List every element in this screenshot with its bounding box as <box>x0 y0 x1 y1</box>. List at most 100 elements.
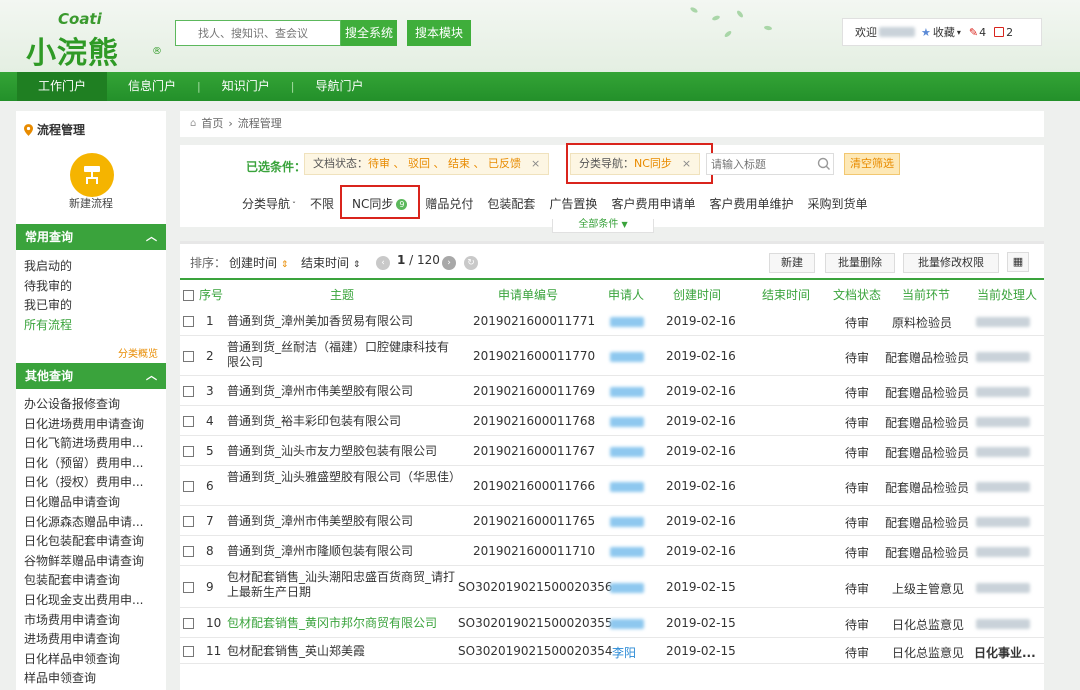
category-filter-chip[interactable]: 分类导航：NC同步 × <box>570 153 701 175</box>
col-subject[interactable]: 主题 <box>330 282 354 308</box>
batch-delete-button[interactable]: 批量删除 <box>825 253 895 273</box>
logo[interactable]: Coati 小浣熊 ® <box>26 10 162 71</box>
breadcrumb-home[interactable]: 首页 <box>201 111 223 137</box>
table-row[interactable]: 3 普通到货_漳州市伟美塑胶有限公司 2019021600011769 2019-02… <box>180 376 1044 406</box>
sidebar-item-all[interactable]: 所有流程 <box>24 316 164 336</box>
sidebar-item-other[interactable]: 日化现金支出费用申... <box>24 591 164 611</box>
col-no[interactable]: 序号 <box>199 282 223 308</box>
new-button[interactable]: 新建 <box>769 253 815 273</box>
category-gift-payment[interactable]: 赠品兑付 <box>425 195 473 212</box>
table-row[interactable]: 4 普通到货_裕丰彩印包装有限公司 2019021600011768 2019-02-… <box>180 406 1044 436</box>
table-row[interactable]: 11 包材配套销售_英山郑美霞 SO302019021500020354 李阳 2019… <box>180 638 1044 664</box>
table-row[interactable]: 5 普通到货_汕头市友力塑胶包装有限公司 2019021600011767 2019-… <box>180 436 1044 466</box>
col-ended[interactable]: 结束时间 <box>762 282 810 308</box>
sidebar-item-other[interactable]: 日化进场费用申请查询 <box>24 415 164 435</box>
row-applicant-redacted[interactable] <box>610 417 644 427</box>
global-search[interactable] <box>175 20 341 46</box>
row-applicant-redacted[interactable] <box>610 317 644 327</box>
chevron-up-icon[interactable]: ︿ <box>146 224 157 250</box>
search-all-button[interactable]: 搜全系统 <box>341 20 397 46</box>
all-conditions-toggle[interactable]: 全部条件 ▼ <box>552 219 654 233</box>
message-icon[interactable] <box>994 27 1005 37</box>
table-row[interactable]: 9 包材配套销售_汕头潮阳忠盛百货商贸_请打上最新生产日期 SO3020190215… <box>180 566 1044 608</box>
sidebar-item-reviewed[interactable]: 我已审的 <box>24 296 164 316</box>
batch-permission-button[interactable]: 批量修改权限 <box>903 253 999 273</box>
row-subject-link[interactable]: 普通到货_汕头市友力塑胶包装有限公司 <box>227 444 459 459</box>
row-applicant[interactable]: 李阳 <box>612 644 636 661</box>
sidebar-item-other[interactable]: 日化（授权）费用申... <box>24 473 164 493</box>
col-handler[interactable]: 当前处理人 <box>977 282 1037 308</box>
sidebar-item-other[interactable]: 办公设备报修查询 <box>24 395 164 415</box>
category-packaging[interactable]: 包装配套 <box>487 195 535 212</box>
row-checkbox[interactable] <box>183 516 194 527</box>
row-applicant-redacted[interactable] <box>610 583 644 593</box>
row-checkbox[interactable] <box>183 446 194 457</box>
table-row[interactable]: 7 普通到货_漳州市伟美塑胶有限公司 2019021600011765 2019-02… <box>180 506 1044 536</box>
row-subject-link[interactable]: 普通到货_漳州美加香贸易有限公司 <box>227 314 459 329</box>
col-code[interactable]: 申请单编号 <box>498 282 558 308</box>
close-icon[interactable]: × <box>531 157 540 170</box>
sidebar-item-other[interactable]: 市场费用申请查询 <box>24 611 164 631</box>
next-page-icon[interactable]: › <box>442 256 456 270</box>
row-subject-link[interactable]: 普通到货_漳州市伟美塑胶有限公司 <box>227 514 459 529</box>
nav-knowledge-portal[interactable]: 知识门户 <box>201 72 291 101</box>
select-all-checkbox[interactable] <box>183 290 194 301</box>
row-applicant-redacted[interactable] <box>610 547 644 557</box>
sidebar-item-other[interactable]: 日化源森态赠品申请... <box>24 513 164 533</box>
common-query-header[interactable]: 常用查询 ︿ <box>16 224 166 250</box>
row-applicant-redacted[interactable] <box>610 619 644 629</box>
row-checkbox[interactable] <box>183 416 194 427</box>
refresh-icon[interactable]: ↻ <box>464 256 478 270</box>
row-subject-link[interactable]: 普通到货_漳州市隆顺包装有限公司 <box>227 544 459 559</box>
grid-view-icon[interactable]: ▦ <box>1007 252 1029 272</box>
sort-by-created[interactable]: 创建时间 ⇕ <box>229 254 288 271</box>
row-applicant-redacted[interactable] <box>610 447 644 457</box>
col-status[interactable]: 文档状态 <box>833 282 881 308</box>
category-nc-sync[interactable]: NC同步 9 <box>352 195 408 212</box>
category-nav-label[interactable]: 分类导航 ˇ <box>242 195 296 212</box>
row-applicant-redacted[interactable] <box>610 517 644 527</box>
nav-info-portal[interactable]: 信息门户 <box>107 72 197 101</box>
row-checkbox[interactable] <box>183 582 194 593</box>
row-checkbox[interactable] <box>183 351 194 362</box>
sidebar-item-other[interactable]: 日化样品申领查询 <box>24 650 164 670</box>
category-overview-link[interactable]: 分类概览 <box>118 345 158 360</box>
row-applicant-redacted[interactable] <box>610 387 644 397</box>
category-purchase-arrival[interactable]: 采购到货单 <box>807 195 867 212</box>
favorites-link[interactable]: 收藏 <box>933 24 955 40</box>
row-subject-link[interactable]: 普通到货_裕丰彩印包装有限公司 <box>227 414 459 429</box>
table-row[interactable]: 1 普通到货_漳州美加香贸易有限公司 2019021600011771 2019-02… <box>180 306 1044 336</box>
category-customer-fee-request[interactable]: 客户费用申请单 <box>611 195 695 212</box>
new-flow-button[interactable] <box>70 153 114 197</box>
clear-filter-button[interactable]: 清空筛选 <box>844 153 900 175</box>
home-icon[interactable]: ⌂ <box>190 111 196 137</box>
category-ad-swap[interactable]: 广告置换 <box>549 195 597 212</box>
row-applicant-redacted[interactable] <box>610 482 644 492</box>
row-subject-link[interactable]: 包材配套销售_英山郑美霞 <box>227 644 459 659</box>
row-checkbox[interactable] <box>183 481 194 492</box>
sort-by-end[interactable]: 结束时间 ⇕ <box>301 254 360 271</box>
table-row[interactable]: 2 普通到货_丝耐洁（福建）口腔健康科技有限公司 2019021600011770 2… <box>180 336 1044 376</box>
col-applicant[interactable]: 申请人 <box>608 282 644 308</box>
row-checkbox[interactable] <box>183 386 194 397</box>
prev-page-icon[interactable]: ‹ <box>376 256 390 270</box>
status-filter-chip[interactable]: 文档状态：待审 、 驳回 、 结束 、 已反馈 × <box>304 153 550 175</box>
row-checkbox[interactable] <box>183 316 194 327</box>
sidebar-item-other[interactable]: 日化包装配套申请查询 <box>24 532 164 552</box>
row-subject-link[interactable]: 包材配套销售_黄冈市邦尔商贸有限公司 <box>227 616 459 631</box>
row-checkbox[interactable] <box>183 646 194 657</box>
table-row[interactable]: 10 包材配套销售_黄冈市邦尔商贸有限公司 SO302019021500020355… <box>180 608 1044 638</box>
other-query-header[interactable]: 其他查询 ︿ <box>16 363 166 389</box>
row-applicant-redacted[interactable] <box>610 352 644 362</box>
category-unlimited[interactable]: 不限 <box>310 195 334 212</box>
table-row[interactable]: 6 普通到货_汕头雅盛塑胶有限公司（华思佳） 2019021600011766 201… <box>180 466 1044 506</box>
nav-work-portal[interactable]: 工作门户 <box>17 72 108 101</box>
table-row[interactable]: 8 普通到货_漳州市隆顺包装有限公司 2019021600011710 2019-02… <box>180 536 1044 566</box>
row-subject-link[interactable]: 包材配套销售_汕头潮阳忠盛百货商贸_请打上最新生产日期 <box>227 570 459 600</box>
sidebar-item-other[interactable]: 谷物鲜萃赠品申请查询 <box>24 552 164 572</box>
pen-icon[interactable]: ✎ <box>969 26 978 39</box>
category-customer-fee-maint[interactable]: 客户费用单维护 <box>709 195 793 212</box>
sidebar-item-other[interactable]: 样品申领查询 <box>24 669 164 689</box>
user-name[interactable] <box>879 27 915 37</box>
search-module-button[interactable]: 搜本模块 <box>407 20 471 46</box>
